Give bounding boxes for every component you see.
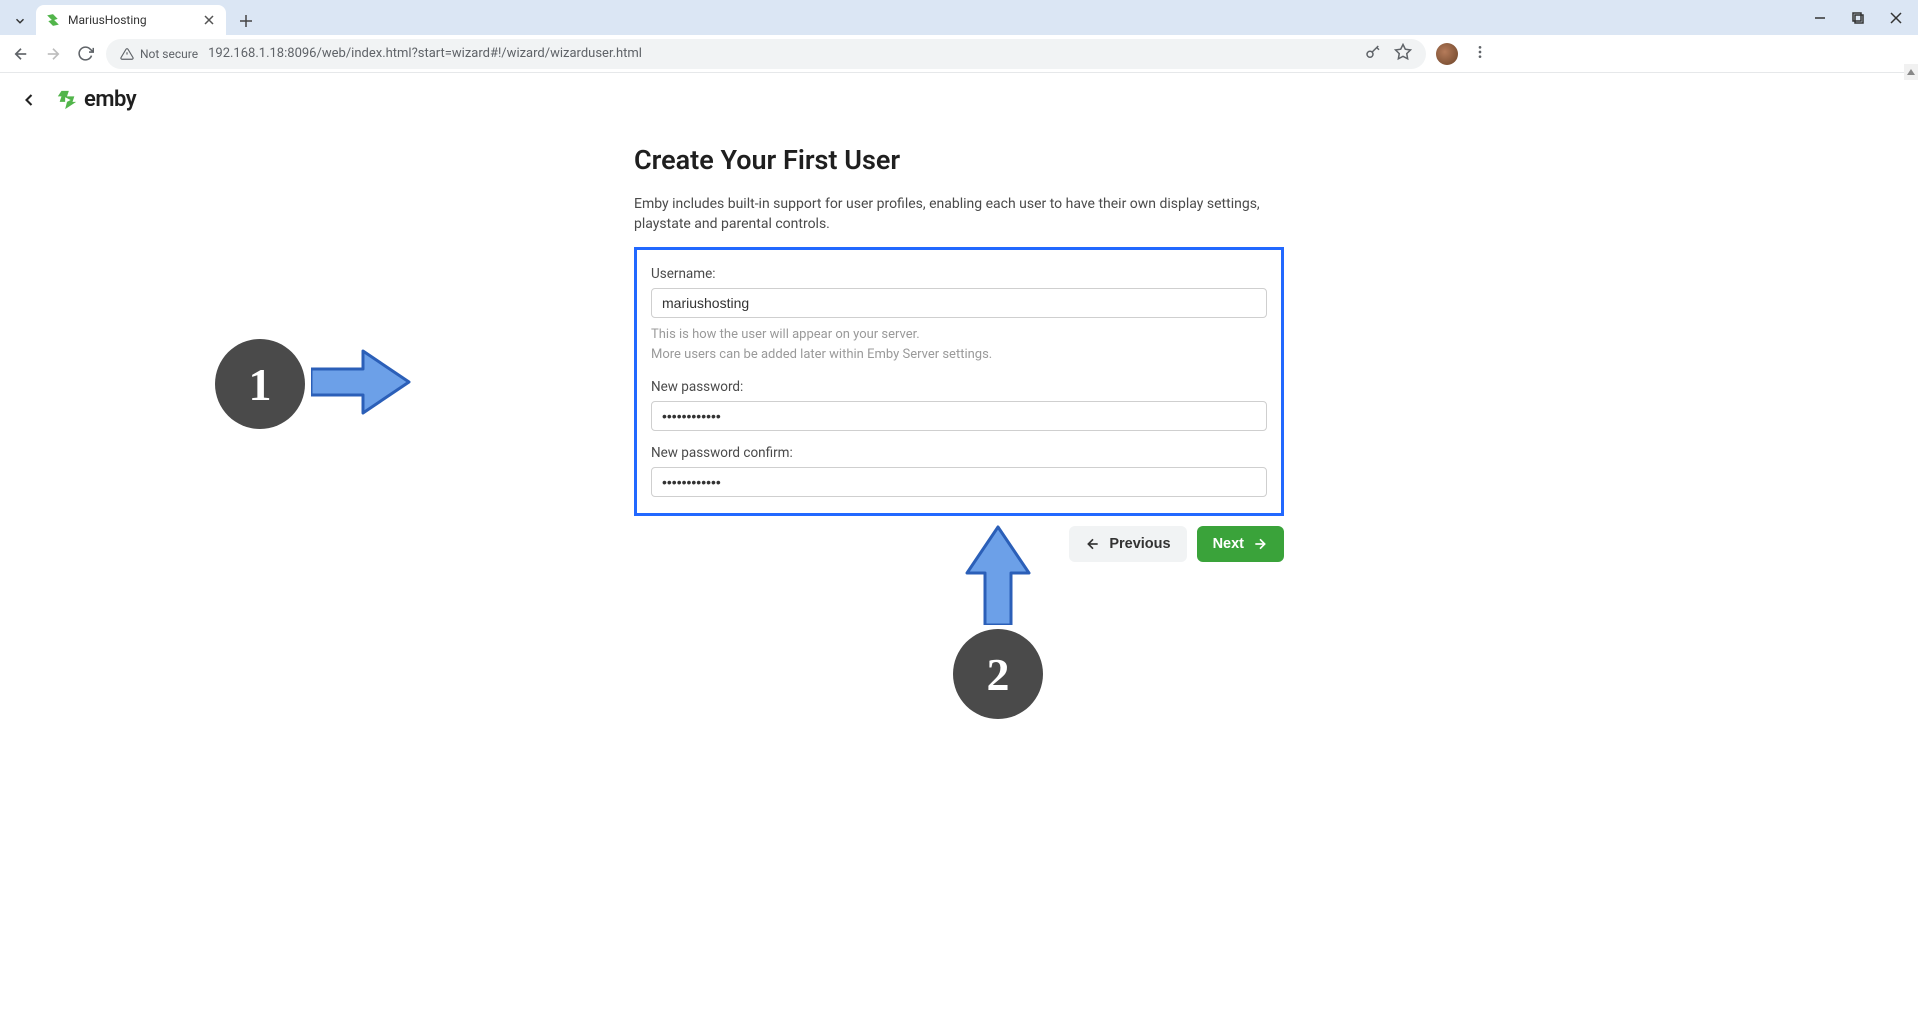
app-back-button[interactable] xyxy=(18,90,40,110)
emby-logo-text: emby xyxy=(84,87,136,112)
username-input[interactable] xyxy=(651,288,1267,318)
close-tab-icon[interactable] xyxy=(202,13,216,27)
reload-button[interactable] xyxy=(74,43,96,65)
profile-avatar[interactable] xyxy=(1436,43,1458,65)
tab-search-button[interactable] xyxy=(8,7,32,35)
chrome-menu-icon[interactable] xyxy=(1472,44,1488,64)
page-description: Emby includes built-in support for user … xyxy=(634,194,1284,235)
security-indicator[interactable]: Not secure xyxy=(120,47,198,61)
minimize-button[interactable] xyxy=(1810,12,1830,28)
next-button[interactable]: Next xyxy=(1197,526,1284,562)
security-label: Not secure xyxy=(140,47,198,61)
username-helper-2: More users can be added later within Emb… xyxy=(651,346,1267,365)
browser-tab-strip: MariusHosting xyxy=(0,0,1918,35)
close-window-button[interactable] xyxy=(1886,12,1906,28)
password-confirm-input[interactable] xyxy=(651,467,1267,497)
callout-1: 1 xyxy=(215,339,411,429)
app-header: emby xyxy=(0,73,1918,126)
window-controls xyxy=(1810,5,1918,35)
page-title: Create Your First User xyxy=(634,144,1284,176)
url-bar[interactable]: Not secure 192.168.1.18:8096/web/index.h… xyxy=(106,39,1426,69)
highlighted-form-box: Username: This is how the user will appe… xyxy=(634,247,1284,517)
callout-1-number: 1 xyxy=(215,339,305,429)
password-key-icon[interactable] xyxy=(1364,43,1382,65)
forward-button[interactable] xyxy=(42,43,64,65)
tab-title: MariusHosting xyxy=(68,13,194,27)
browser-tab[interactable]: MariusHosting xyxy=(36,5,226,35)
password-confirm-label: New password confirm: xyxy=(651,445,1267,461)
bookmark-star-icon[interactable] xyxy=(1394,43,1412,65)
back-button[interactable] xyxy=(10,43,32,65)
arrow-right-annotation-icon xyxy=(311,345,411,424)
next-label: Next xyxy=(1213,536,1244,552)
username-helper-1: This is how the user will appear on your… xyxy=(651,326,1267,345)
callout-2: 2 xyxy=(953,525,1043,719)
url-text: 192.168.1.18:8096/web/index.html?start=w… xyxy=(208,46,642,61)
username-label: Username: xyxy=(651,266,1267,282)
wizard-panel: Create Your First User Emby includes bui… xyxy=(634,144,1284,562)
password-input[interactable] xyxy=(651,401,1267,431)
previous-button[interactable]: Previous xyxy=(1069,526,1186,562)
arrow-right-icon xyxy=(1252,536,1268,552)
emby-logo: emby xyxy=(56,87,136,112)
maximize-button[interactable] xyxy=(1848,12,1868,28)
browser-nav-bar: Not secure 192.168.1.18:8096/web/index.h… xyxy=(0,35,1918,73)
arrow-left-icon xyxy=(1085,536,1101,552)
password-label: New password: xyxy=(651,379,1267,395)
emby-logo-icon xyxy=(56,89,78,111)
new-tab-button[interactable] xyxy=(232,7,260,35)
previous-label: Previous xyxy=(1109,536,1170,552)
emby-favicon xyxy=(46,13,60,27)
callout-2-number: 2 xyxy=(953,629,1043,719)
arrow-up-annotation-icon xyxy=(961,525,1036,629)
